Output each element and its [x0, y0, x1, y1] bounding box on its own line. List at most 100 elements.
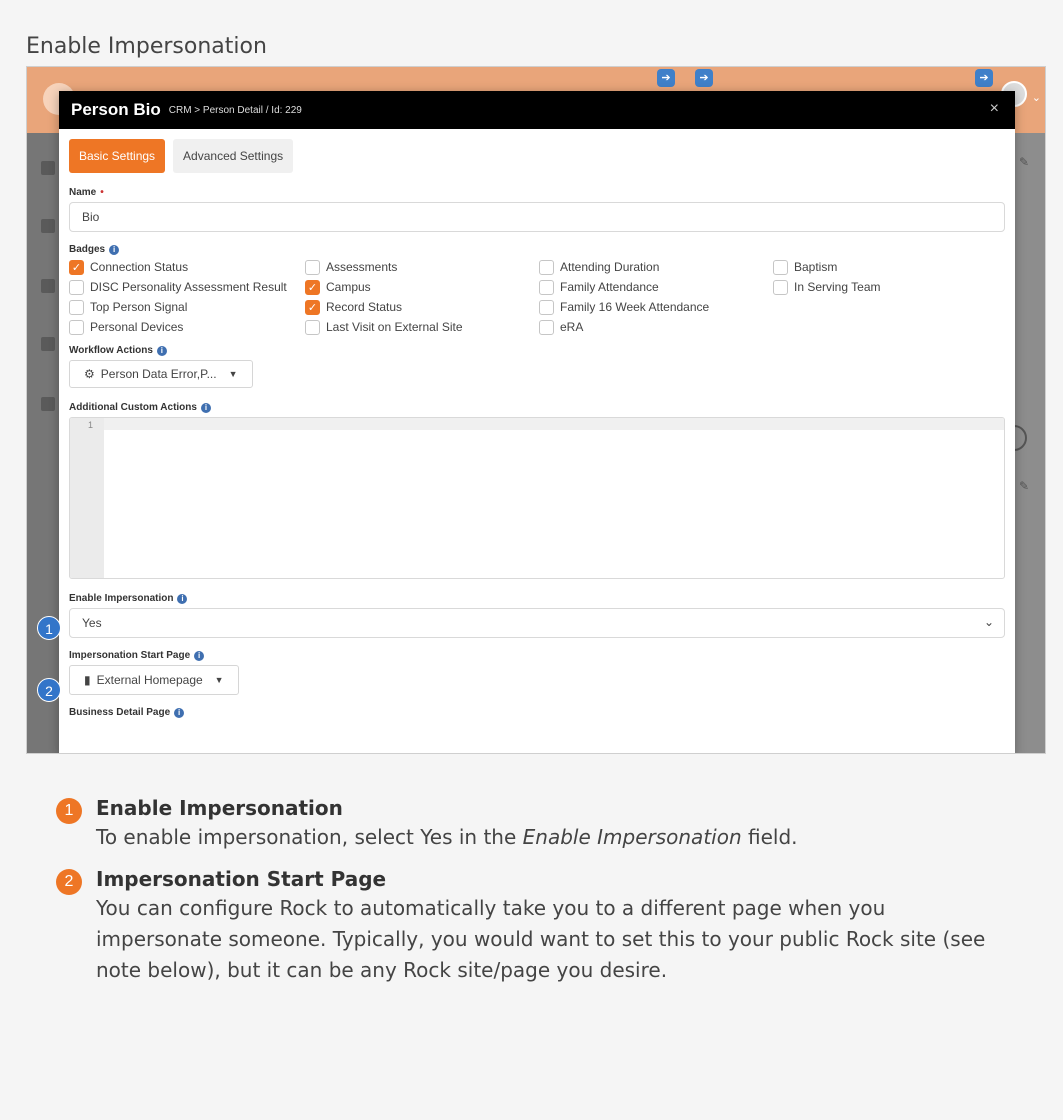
info-icon[interactable]: i: [109, 244, 120, 255]
screenshot-frame: ➔ ➔ ➔ ⌄ ✎ ✎ Person Bio CRM > Person Deta…: [26, 66, 1046, 754]
info-icon[interactable]: i: [174, 707, 185, 718]
note-text-before: To enable impersonation, select Yes in t…: [96, 825, 523, 849]
tools-icon[interactable]: [41, 337, 55, 351]
impersonation-label: Enable Impersonation i: [69, 593, 1005, 604]
custom-actions-label-text: Additional Custom Actions: [69, 402, 197, 413]
caret-down-icon: ▼: [214, 675, 224, 685]
badges-label: Badges i: [69, 244, 1005, 255]
required-indicator: •: [100, 187, 104, 198]
modal-breadcrumb: CRM > Person Detail / Id: 229: [168, 104, 302, 116]
name-label: Name •: [69, 187, 1005, 198]
note-text: To enable impersonation, select Yes in t…: [96, 822, 798, 853]
editor-gutter: [70, 418, 104, 578]
checkbox[interactable]: ✓: [305, 279, 320, 295]
badge-option[interactable]: DISC Personality Assessment Result: [69, 279, 305, 295]
badge-label: Last Visit on External Site: [326, 320, 463, 334]
name-field[interactable]: Bio: [69, 202, 1005, 232]
start-page-label-text: Impersonation Start Page: [69, 650, 191, 661]
checkbox[interactable]: [69, 279, 84, 295]
close-icon[interactable]: ×: [990, 100, 999, 118]
checkbox[interactable]: ✓: [69, 259, 84, 275]
checkbox[interactable]: [69, 299, 84, 315]
badge-option[interactable]: In Serving Team: [773, 279, 993, 295]
badge-option[interactable]: Assessments: [305, 259, 539, 275]
arrow-circle-icon[interactable]: ➔: [657, 69, 675, 87]
badge-label: In Serving Team: [794, 280, 881, 294]
chevron-down-icon: ⌄: [983, 615, 994, 629]
custom-actions-editor[interactable]: 1: [69, 417, 1005, 579]
pencil-icon[interactable]: ✎: [1019, 479, 1029, 493]
business-page-label: Business Detail Page i: [69, 707, 1005, 718]
person-icon[interactable]: [41, 219, 55, 233]
note-item: 1 Enable Impersonation To enable imperso…: [56, 796, 1006, 853]
info-icon[interactable]: i: [156, 345, 167, 356]
notes-list: 1 Enable Impersonation To enable imperso…: [56, 796, 1006, 1000]
tab-advanced-settings[interactable]: Advanced Settings: [173, 139, 294, 173]
badge-option[interactable]: Attending Duration: [539, 259, 773, 275]
modal-body: Basic Settings Advanced Settings Name • …: [59, 129, 1015, 728]
badge-label: Connection Status: [90, 260, 189, 274]
checkbox[interactable]: [773, 259, 788, 275]
gears-icon: ⚙: [84, 367, 95, 381]
note-item: 2 Impersonation Start Page You can confi…: [56, 867, 1006, 986]
app-sidebar: [27, 133, 59, 753]
badge-label: Family 16 Week Attendance: [560, 300, 710, 314]
badge-label: Top Person Signal: [90, 300, 188, 314]
workflow-label-text: Workflow Actions: [69, 345, 153, 356]
checkbox[interactable]: [539, 279, 554, 295]
badge-option[interactable]: eRA: [539, 319, 773, 335]
custom-actions-label: Additional Custom Actions i: [69, 402, 1005, 413]
badge-option[interactable]: ✓ Record Status: [305, 299, 539, 315]
tab-basic-settings[interactable]: Basic Settings: [69, 139, 166, 173]
impersonation-select[interactable]: Yes ⌄: [69, 608, 1005, 638]
note-number: 2: [56, 869, 82, 895]
line-number: 1: [88, 420, 94, 430]
checkbox[interactable]: [69, 319, 84, 335]
info-icon[interactable]: i: [194, 650, 205, 661]
sidebar-icon[interactable]: [41, 161, 55, 175]
business-label-text: Business Detail Page: [69, 707, 171, 718]
callout-marker: 2: [37, 678, 61, 702]
arrow-circle-icon[interactable]: ➔: [695, 69, 713, 87]
badge-label: Attending Duration: [560, 260, 660, 274]
note-title: Enable Impersonation: [96, 796, 343, 820]
file-icon: ▮: [84, 673, 91, 687]
checkbox[interactable]: [539, 299, 554, 315]
modal-title: Person Bio: [71, 100, 161, 119]
badge-label: Record Status: [326, 300, 403, 314]
badge-option[interactable]: Top Person Signal: [69, 299, 305, 315]
checkbox[interactable]: [305, 259, 320, 275]
briefcase-icon[interactable]: [41, 397, 55, 411]
chevron-down-icon[interactable]: ⌄: [1032, 91, 1041, 104]
badge-option[interactable]: ✓ Connection Status: [69, 259, 305, 275]
block-settings-modal: Person Bio CRM > Person Detail / Id: 229…: [59, 91, 1015, 753]
badge-label: Family Attendance: [560, 280, 659, 294]
badge-option[interactable]: Personal Devices: [69, 319, 305, 335]
info-icon[interactable]: i: [200, 402, 211, 413]
info-icon[interactable]: i: [177, 593, 188, 604]
checkbox[interactable]: [305, 319, 320, 335]
checkbox[interactable]: [773, 279, 788, 295]
pencil-icon[interactable]: ✎: [1019, 155, 1029, 169]
workflow-actions-dropdown[interactable]: ⚙ Person Data Error,P... ▼: [69, 360, 253, 388]
badge-option[interactable]: Last Visit on External Site: [305, 319, 539, 335]
badge-label: eRA: [560, 320, 584, 334]
modal-header: Person Bio CRM > Person Detail / Id: 229…: [59, 91, 1015, 129]
arrow-circle-icon[interactable]: ➔: [975, 69, 993, 87]
checkbox[interactable]: [539, 259, 554, 275]
note-text-before: You can configure Rock to automatically …: [96, 896, 986, 982]
start-page-label: Impersonation Start Page i: [69, 650, 1005, 661]
start-page-picker[interactable]: ▮ External Homepage ▼: [69, 665, 239, 695]
callout-marker: 1: [37, 616, 61, 640]
checkbox[interactable]: [539, 319, 554, 335]
badge-option[interactable]: ✓ Campus: [305, 279, 539, 295]
badge-option: [773, 319, 993, 335]
badges-label-text: Badges: [69, 244, 106, 255]
note-text: You can configure Rock to automatically …: [96, 893, 1006, 986]
checkbox[interactable]: ✓: [305, 299, 320, 315]
badge-option[interactable]: Family Attendance: [539, 279, 773, 295]
badge-option[interactable]: Family 16 Week Attendance: [539, 299, 773, 315]
finance-icon[interactable]: [41, 279, 55, 293]
badge-option[interactable]: Baptism: [773, 259, 993, 275]
note-title: Impersonation Start Page: [96, 867, 387, 891]
